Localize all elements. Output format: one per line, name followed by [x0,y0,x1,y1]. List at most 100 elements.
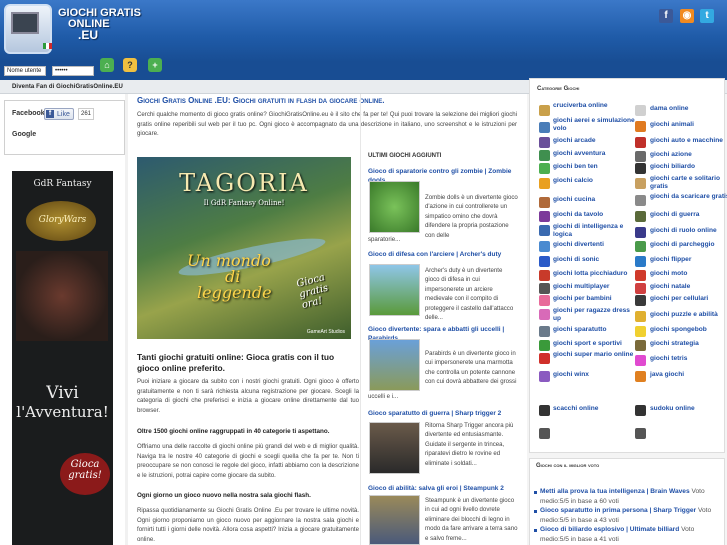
category-icon[interactable] [539,137,550,148]
category-link[interactable]: giochi per bambini [553,295,639,303]
category-icon[interactable] [539,340,550,351]
category-link[interactable]: giochi da scaricare gratis [650,193,727,201]
category-link[interactable]: giochi da tavolo [553,211,639,219]
category-link[interactable]: giochi puzzle e abilità [650,311,727,319]
category-icon[interactable] [539,241,550,252]
category-link[interactable]: cruciverba online [553,102,639,110]
game-thumbnail[interactable] [369,264,420,316]
category-icon[interactable] [539,178,550,189]
game-title[interactable]: Gioco sparatutto di guerra | Sharp trigg… [368,409,516,418]
category-icon[interactable] [635,340,646,351]
password-field[interactable]: •••••• [52,66,94,76]
best-rated-item[interactable]: Gioco di biliardo esplosivo | Ultimate b… [540,525,718,544]
category-icon[interactable] [539,295,550,306]
category-icon[interactable] [635,355,646,366]
category-link[interactable]: giochi sport e sportivi [553,340,639,348]
category-link[interactable]: giochi lotta picchiaduro [553,270,639,278]
username-field[interactable]: Nome utente [4,66,46,76]
best-rated-item[interactable]: Metti alla prova la tua intelligenza | B… [540,487,718,506]
game-title[interactable]: Gioco di difesa con l'arciere | Archer's… [368,250,516,259]
category-link[interactable]: giochi calcio [553,177,639,185]
register-icon[interactable]: + [148,58,162,72]
category-link[interactable]: giochi di intelligenza e logica [553,223,639,239]
best-rated-title[interactable]: Gioco sparatutto in prima persona | Shar… [540,507,696,514]
category-icon[interactable] [635,405,646,416]
twitter-icon[interactable]: t [700,9,714,23]
game-thumbnail[interactable] [369,422,420,474]
best-rated-item[interactable]: Gioco sparatutto in prima persona | Shar… [540,506,718,525]
category-icon[interactable] [539,405,550,416]
rss-icon[interactable]: ◉ [680,9,694,23]
category-icon[interactable] [635,121,646,132]
category-icon[interactable] [539,197,550,208]
category-link[interactable]: giochi di ruolo online [650,227,727,235]
game-thumbnail[interactable] [369,181,420,233]
category-link[interactable]: sudoku online [650,405,727,413]
category-link[interactable]: giochi aerei e simulazione volo [553,117,639,133]
category-icon[interactable] [635,283,646,294]
category-icon[interactable] [635,371,646,382]
category-link[interactable]: giochi carte e solitario gratis [650,175,727,191]
category-icon[interactable] [635,428,646,439]
category-icon[interactable] [635,151,646,162]
game-thumbnail[interactable] [369,339,420,391]
category-link[interactable]: giochi strategia [650,340,727,348]
category-link[interactable]: giochi di parcheggio [650,241,727,249]
category-link[interactable]: giochi per ragazze dress up [553,307,639,323]
best-rated-title[interactable]: Gioco di biliardo esplosivo | Ultimate b… [540,526,679,533]
category-icon[interactable] [635,256,646,267]
category-icon[interactable] [635,178,646,189]
category-icon[interactable] [635,295,646,306]
category-link[interactable]: giochi tetris [650,355,727,363]
tagoria-banner[interactable]: TAGORIA Il GdR Fantasy Online! Un mondo … [137,157,351,339]
game-title[interactable]: Gioco di abilità: salva gli eroi | Steam… [368,484,516,493]
category-icon[interactable] [539,150,550,161]
category-icon[interactable] [539,283,550,294]
category-icon[interactable] [539,353,550,364]
category-icon[interactable] [539,256,550,267]
category-link[interactable]: giochi natale [650,283,727,291]
category-link[interactable]: giochi per cellulari [650,295,727,303]
category-link[interactable]: giochi super mario online [553,351,639,359]
category-link[interactable]: giochi auto e macchine [650,137,727,145]
category-link[interactable]: giochi ben ten [553,163,639,171]
category-link[interactable]: giochi divertenti [553,241,639,249]
category-icon[interactable] [539,270,550,281]
category-link[interactable]: giochi arcade [553,137,639,145]
site-logo-text[interactable]: GIOCHI GRATIS ONLINE .EU [58,8,141,42]
category-icon[interactable] [539,122,550,133]
category-link[interactable]: dama online [650,105,727,113]
category-link[interactable]: giochi di sonic [553,256,639,264]
category-icon[interactable] [635,241,646,252]
category-link[interactable]: giochi sparatutto [553,326,639,334]
category-link[interactable]: giochi cucina [553,196,639,204]
category-link[interactable]: scacchi online [553,405,639,413]
category-icon[interactable] [635,311,646,322]
category-link[interactable]: giochi spongebob [650,326,727,334]
category-icon[interactable] [539,105,550,116]
category-link[interactable]: giochi moto [650,270,727,278]
category-icon[interactable] [539,163,550,174]
category-link[interactable]: java giochi [650,371,727,379]
game-thumbnail[interactable] [369,495,420,545]
category-link[interactable]: giochi biliardo [650,163,727,171]
category-icon[interactable] [539,428,550,439]
facebook-icon[interactable]: f [659,9,673,23]
category-icon[interactable] [635,163,646,174]
best-rated-title[interactable]: Metti alla prova la tua intelligenza | B… [540,488,690,495]
home-icon[interactable]: ⌂ [100,58,114,72]
category-link[interactable]: giochi di guerra [650,211,727,219]
ad-play-badge[interactable]: Gioca gratis! [60,453,110,495]
category-icon[interactable] [635,227,646,238]
help-icon[interactable]: ? [123,58,137,72]
category-icon[interactable] [635,105,646,116]
category-icon[interactable] [539,309,550,320]
category-icon[interactable] [635,137,646,148]
category-icon[interactable] [539,326,550,337]
category-link[interactable]: giochi avventura [553,150,639,158]
category-icon[interactable] [635,211,646,222]
category-icon[interactable] [635,270,646,281]
category-link[interactable]: giochi multiplayer [553,283,639,291]
category-icon[interactable] [635,326,646,337]
category-link[interactable]: giochi azione [650,151,727,159]
